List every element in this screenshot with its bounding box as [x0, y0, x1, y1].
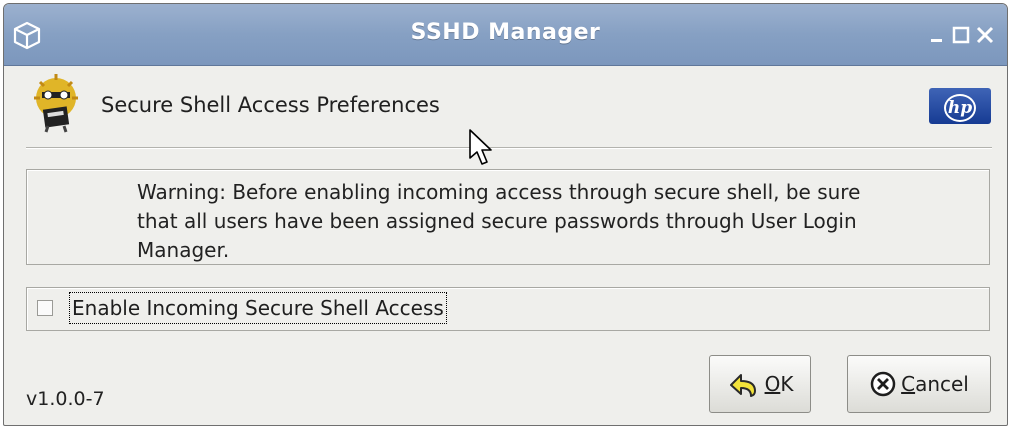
- cancel-button[interactable]: Cancel: [847, 355, 991, 413]
- cancel-label-mnemonic: C: [901, 372, 916, 396]
- maximize-icon[interactable]: [950, 22, 972, 48]
- page-title: Secure Shell Access Preferences: [101, 93, 440, 117]
- version-label: v1.0.0-7: [26, 388, 105, 410]
- option-panel: Enable Incoming Secure Shell Access: [26, 287, 990, 331]
- enable-ssh-checkbox[interactable]: [37, 300, 53, 316]
- ok-label-rest: K: [780, 372, 794, 396]
- header-separator: [26, 147, 992, 149]
- ok-label-mnemonic: O: [764, 372, 781, 396]
- minimize-icon[interactable]: [927, 22, 949, 48]
- ok-button[interactable]: OK: [709, 355, 811, 413]
- sshd-mascot-icon: [34, 74, 78, 133]
- hp-logo-text: hp: [944, 94, 976, 122]
- title-bar[interactable]: SSHD Manager: [4, 4, 1007, 66]
- ok-label: OK: [765, 372, 794, 396]
- cancel-label: Cancel: [901, 372, 969, 396]
- sshd-manager-window: SSHD Manager Secure Shell Access Prefere…: [3, 3, 1008, 426]
- mouse-pointer-icon: [469, 129, 492, 165]
- warning-text: Warning: Before enabling incoming access…: [137, 180, 861, 262]
- close-icon[interactable]: [974, 22, 996, 48]
- ok-arrow-icon: [729, 374, 756, 397]
- enable-ssh-label[interactable]: Enable Incoming Secure Shell Access: [69, 292, 447, 324]
- cancel-circle-x-icon: [870, 371, 896, 397]
- hp-logo: hp: [929, 88, 991, 124]
- cancel-label-rest: ancel: [915, 372, 969, 396]
- warning-panel: Warning: Before enabling incoming access…: [26, 169, 990, 265]
- window-title: SSHD Manager: [410, 20, 601, 45]
